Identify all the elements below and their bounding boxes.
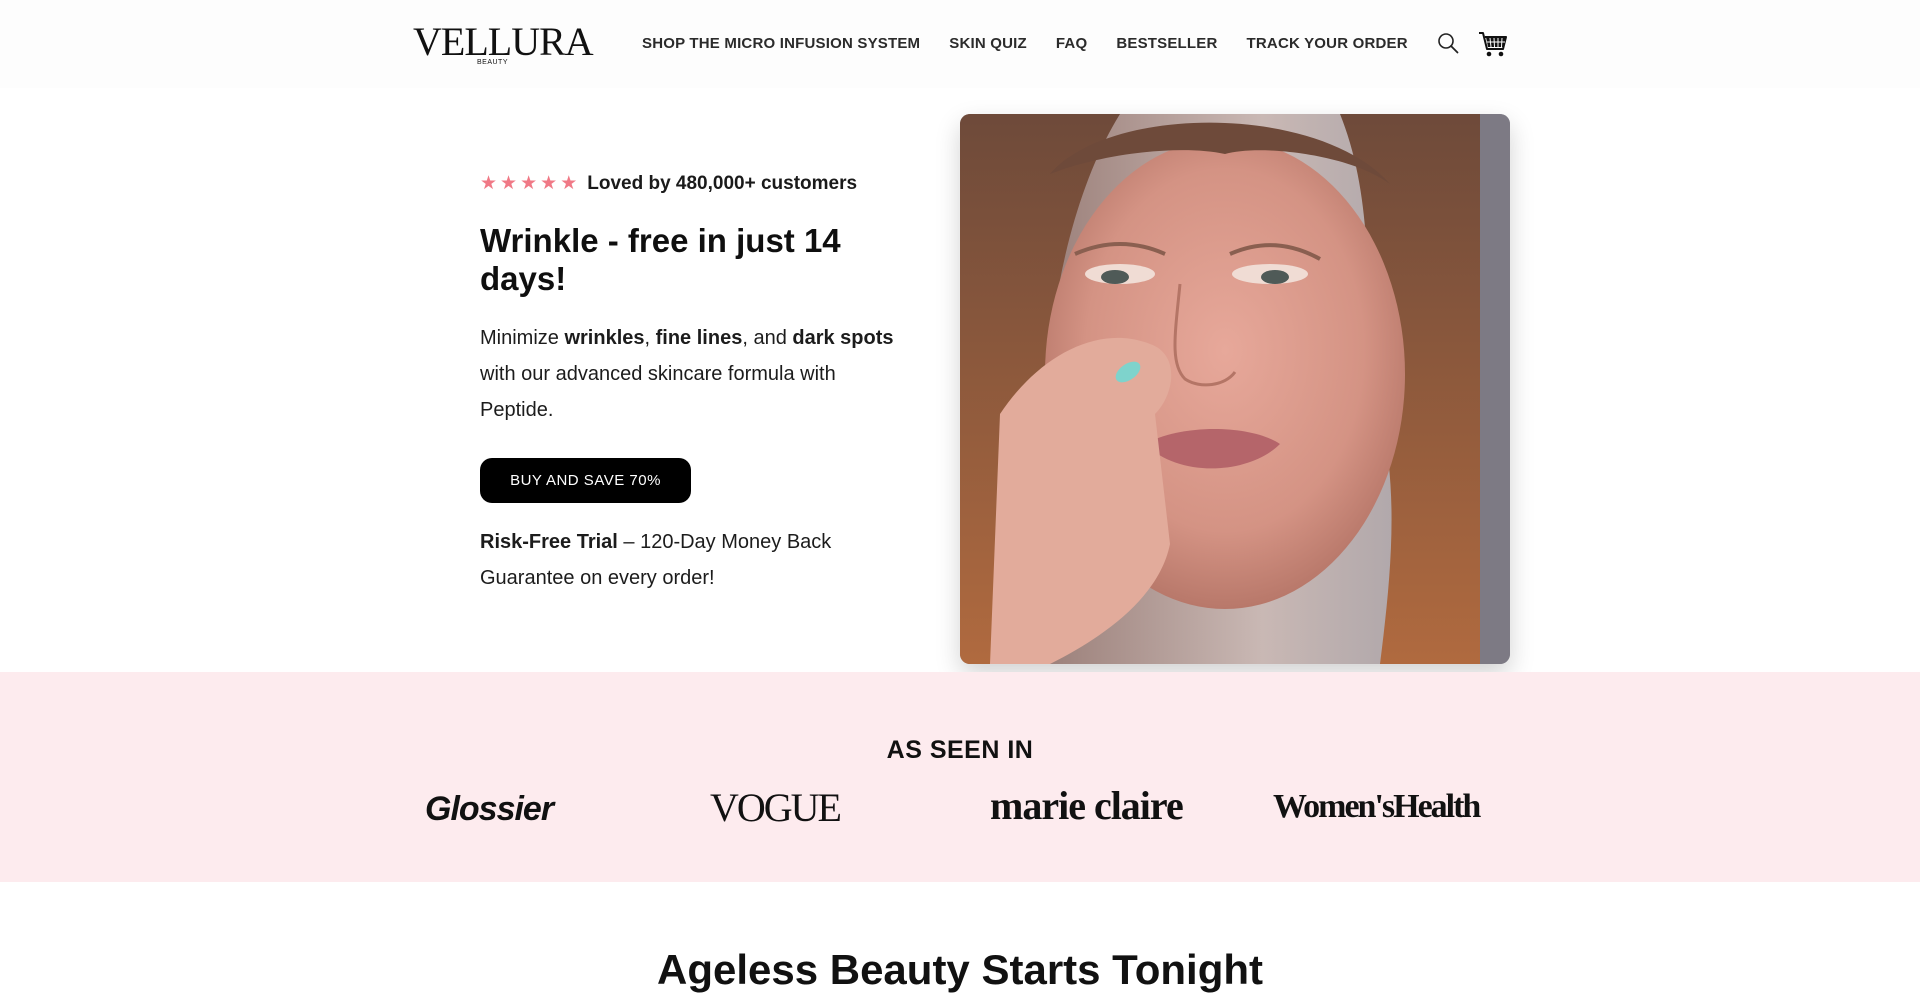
- desc-text: , and: [742, 327, 793, 349]
- logo-wordmark: VELLURA: [413, 19, 594, 64]
- press-section: AS SEEN IN Glossier VOGUE marie claire W…: [0, 672, 1920, 882]
- hero-video[interactable]: [960, 114, 1510, 664]
- brand-logo[interactable]: VELLURA BEAUTY: [413, 19, 594, 70]
- star-icon: ★: [520, 173, 538, 194]
- hero-title: Wrinkle - free in just 14 days!: [480, 222, 841, 297]
- nav-bestseller[interactable]: BESTSELLER: [1116, 35, 1217, 52]
- hero-description: Minimize wrinkles, fine lines, and dark …: [480, 320, 900, 428]
- star-icon: ★: [500, 173, 518, 194]
- desc-text: Minimize: [480, 327, 565, 349]
- guarantee-text: Risk-Free Trial – 120-Day Money Back Gua…: [480, 524, 900, 596]
- desc-dark-spots: dark spots: [792, 327, 894, 349]
- desc-wrinkles: wrinkles: [564, 327, 645, 349]
- risk-free-trial: Risk-Free Trial: [480, 531, 618, 553]
- press-logo-glossier: Glossier: [425, 790, 554, 828]
- press-logo-womens-health: Women'sHealth: [1273, 788, 1481, 825]
- nav-faq[interactable]: FAQ: [1056, 35, 1087, 52]
- hero-video-frame: [960, 114, 1510, 664]
- star-icon: ★: [540, 173, 558, 194]
- nav-track-order[interactable]: TRACK YOUR ORDER: [1247, 35, 1408, 52]
- main-nav: SHOP THE MICRO INFUSION SYSTEM SKIN QUIZ…: [642, 35, 1408, 52]
- star-icon: ★: [560, 173, 578, 194]
- search-icon[interactable]: [1437, 32, 1459, 54]
- desc-text: ,: [644, 327, 656, 349]
- buy-and-save-button[interactable]: BUY AND SAVE 70%: [480, 458, 691, 503]
- site-header: VELLURA BEAUTY SHOP THE MICRO INFUSION S…: [0, 0, 1920, 88]
- press-logo-vogue: VOGUE: [710, 785, 842, 830]
- nav-skin-quiz[interactable]: SKIN QUIZ: [949, 35, 1027, 52]
- press-logo-marie-claire: marie claire: [990, 783, 1184, 828]
- star-rating: ★ ★ ★ ★ ★: [480, 173, 577, 195]
- press-title: AS SEEN IN: [886, 736, 1034, 764]
- desc-fine-lines: fine lines: [655, 327, 743, 349]
- cart-icon[interactable]: [1478, 30, 1508, 58]
- section-title: Ageless Beauty Starts Tonight: [656, 946, 1263, 993]
- desc-text: with our advanced skincare formula with …: [480, 363, 836, 421]
- logo-subtitle: BEAUTY: [477, 59, 509, 66]
- rating-text: Loved by 480,000+ customers: [587, 173, 858, 194]
- star-icon: ★: [480, 173, 498, 194]
- customer-rating: ★ ★ ★ ★ ★ Loved by 480,000+ customers: [480, 173, 857, 195]
- nav-shop-micro-infusion[interactable]: SHOP THE MICRO INFUSION SYSTEM: [642, 35, 920, 52]
